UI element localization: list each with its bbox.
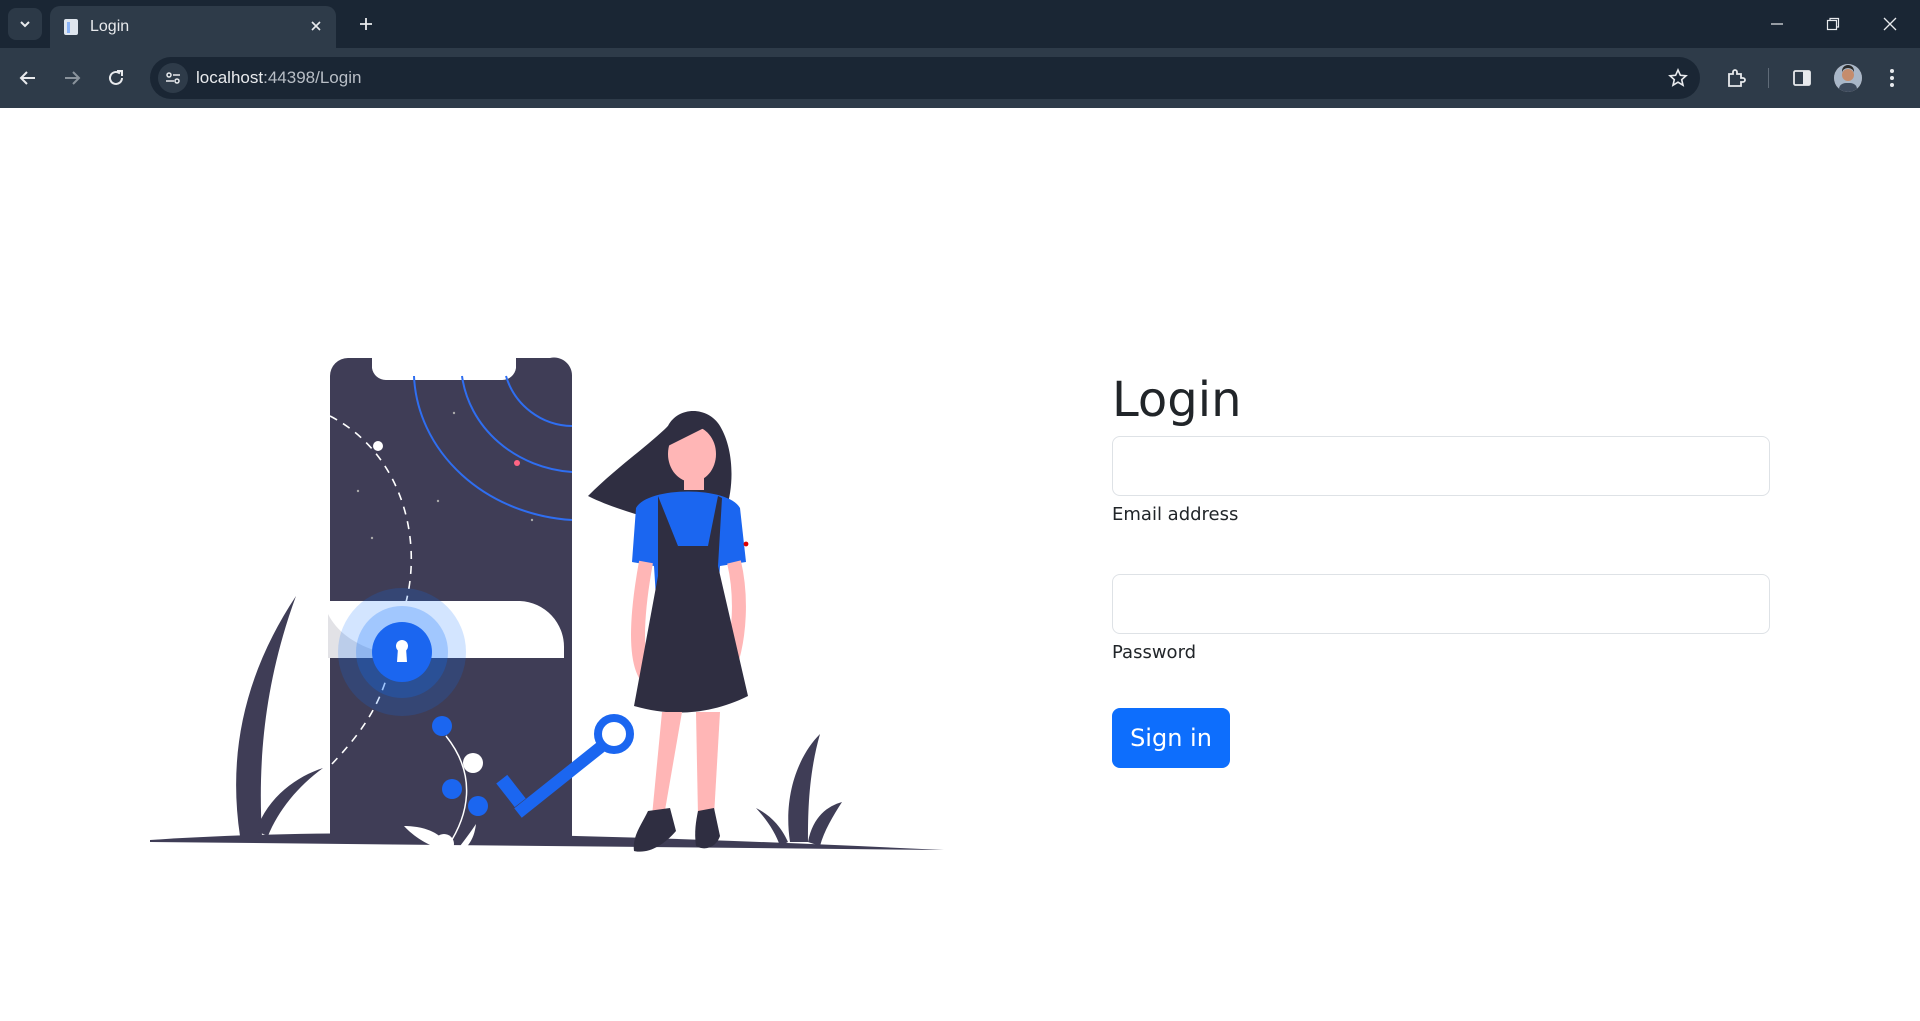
url-path: :44398/Login xyxy=(263,68,362,87)
tab-strip: Login xyxy=(0,0,1920,48)
minimize-icon[interactable] xyxy=(1749,0,1805,48)
address-bar[interactable]: localhost:44398/Login xyxy=(150,57,1700,99)
email-label: Email address xyxy=(1112,504,1239,525)
page-content: Login Email address Password Sign in xyxy=(0,108,1920,1021)
chevron-down-icon xyxy=(20,21,30,28)
site-info-icon[interactable] xyxy=(158,63,188,93)
tab-search-button[interactable] xyxy=(8,8,42,40)
side-panel-icon[interactable] xyxy=(1788,64,1816,92)
woman-graphic xyxy=(588,411,749,852)
sign-in-button[interactable]: Sign in xyxy=(1112,708,1230,768)
login-form: Login Email address Password Sign in xyxy=(1112,372,1770,768)
forward-icon[interactable] xyxy=(56,62,88,94)
password-field[interactable] xyxy=(1112,574,1770,634)
url-text: localhost:44398/Login xyxy=(196,68,361,88)
login-illustration xyxy=(150,357,944,854)
profile-avatar[interactable] xyxy=(1834,64,1862,92)
page-icon xyxy=(64,19,78,35)
extensions-icon[interactable] xyxy=(1722,64,1750,92)
login-title: Login xyxy=(1112,372,1242,428)
tab-login[interactable]: Login xyxy=(50,6,336,48)
reload-icon[interactable] xyxy=(100,62,132,94)
tab-title: Login xyxy=(90,18,130,35)
back-icon[interactable] xyxy=(12,62,44,94)
browser-toolbar: localhost:44398/Login xyxy=(0,48,1920,108)
close-window-icon[interactable] xyxy=(1862,0,1918,48)
menu-kebab-icon[interactable] xyxy=(1878,64,1906,92)
email-field[interactable] xyxy=(1112,436,1770,496)
password-label: Password xyxy=(1112,642,1197,663)
close-tab-icon[interactable] xyxy=(306,16,326,36)
bookmark-star-icon[interactable] xyxy=(1666,66,1690,90)
restore-icon[interactable] xyxy=(1805,0,1861,48)
new-tab-icon[interactable] xyxy=(352,10,380,38)
phone-graphic xyxy=(328,357,573,854)
toolbar-separator xyxy=(1768,68,1769,88)
url-host: localhost xyxy=(196,68,264,87)
